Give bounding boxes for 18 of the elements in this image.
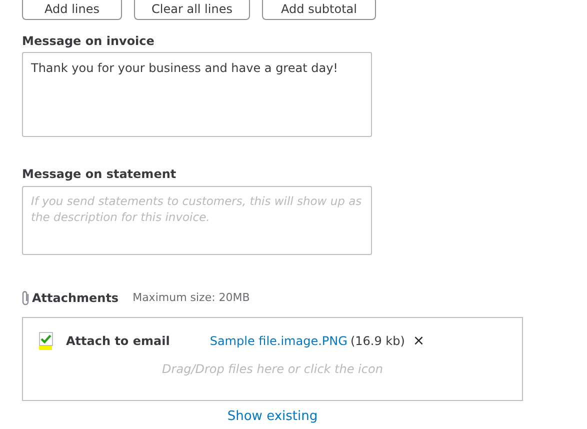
toolbar-button[interactable]: Add lines — [22, 0, 122, 20]
drop-zone[interactable]: Attach to email Sample file.image.PNG (16.9 kb) × Drag/Drop files here or click the icon — [22, 317, 523, 401]
close-button[interactable]: × — [412, 334, 425, 348]
input-field[interactable]: If you send statements to customers, this will show up as the description for this invoice. — [22, 186, 372, 255]
checkbox[interactable] — [39, 332, 53, 346]
input-field[interactable]: Thank you for your business and have a great day! — [22, 52, 372, 137]
field-label: Message on statement — [22, 166, 178, 181]
field-label: Message on invoice — [22, 33, 156, 48]
file-size: (16.9 kb) — [350, 333, 405, 350]
toolbar-button[interactable]: Add subtotal — [262, 0, 376, 20]
drop-hint: Drag/Drop files here or click the icon — [161, 361, 384, 378]
section-title: Attachments — [32, 290, 119, 307]
checkbox-label: Attach to email — [66, 333, 170, 350]
file-link[interactable]: Sample file.image.PNG — [210, 332, 348, 350]
paperclip-icon — [20, 290, 31, 306]
show-existing-link[interactable]: Show existing — [227, 409, 318, 424]
toolbar-button[interactable]: Clear all lines — [134, 0, 250, 20]
max-size-text: Maximum size: 20MB — [132, 290, 250, 306]
